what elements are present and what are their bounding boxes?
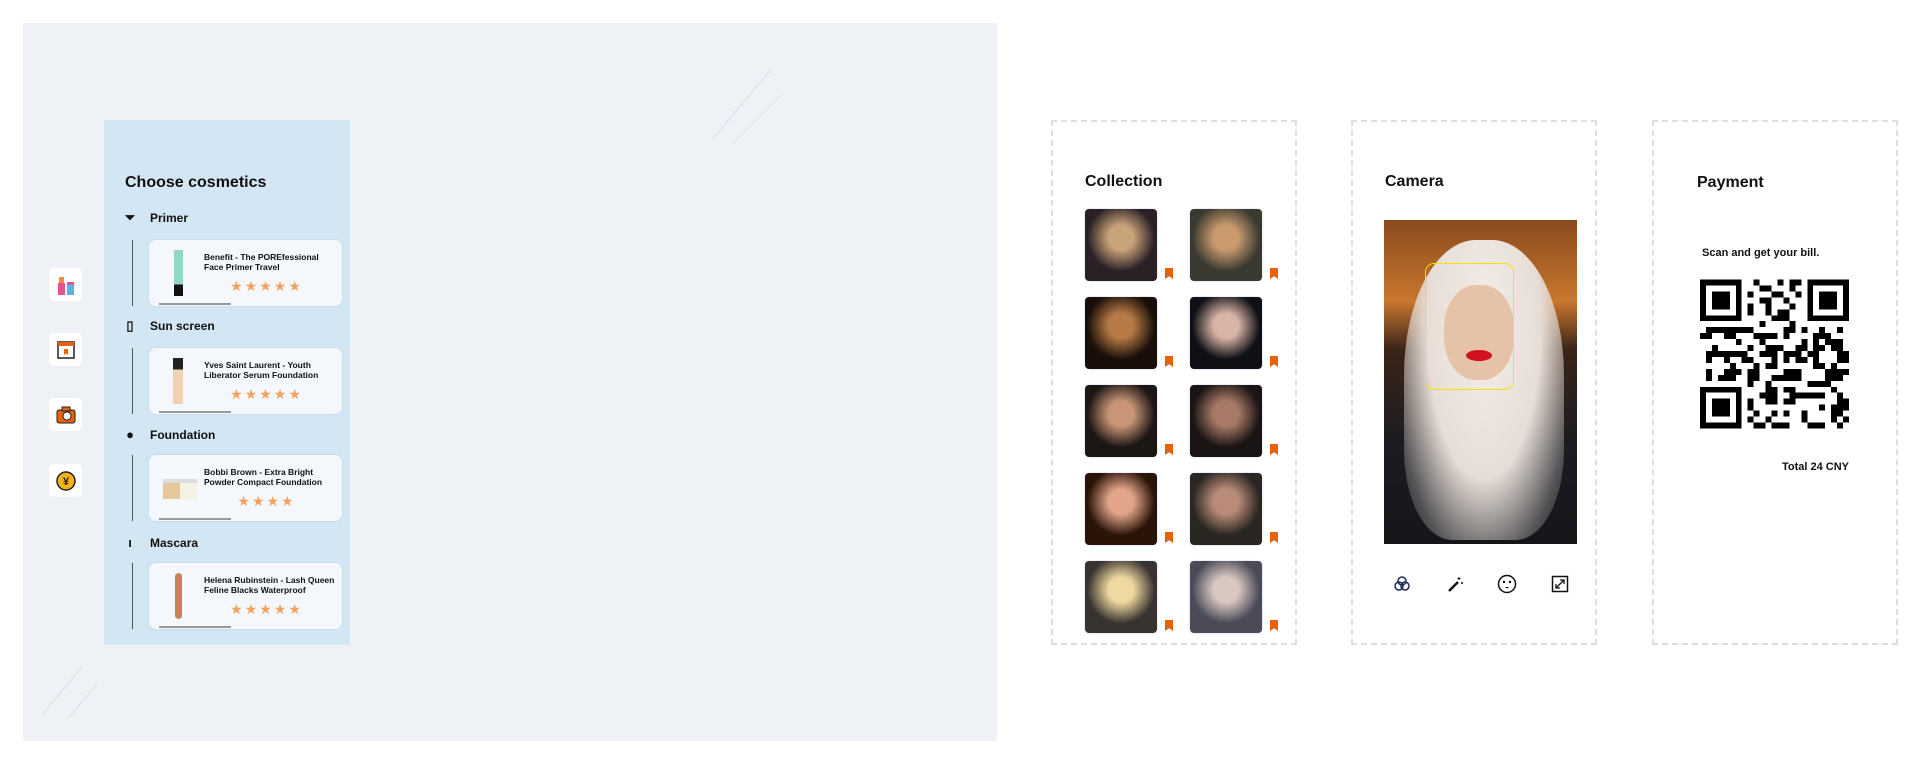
- category-1: ▯ Sun screen: [124, 318, 215, 334]
- camera-preview[interactable]: [1384, 220, 1577, 544]
- collection-photo[interactable]: [1190, 473, 1262, 545]
- decor-line: [732, 93, 783, 144]
- collection-title: Collection: [1085, 173, 1163, 190]
- rating-stars: ★★★★: [237, 493, 296, 509]
- filters-button[interactable]: [1391, 573, 1413, 595]
- mascara-icon: ı: [128, 535, 132, 550]
- primer-tube-icon: ⏷: [124, 210, 136, 225]
- svg-text:¥: ¥: [62, 476, 69, 488]
- panel-title: Choose cosmetics: [125, 174, 267, 191]
- compact-icon: ●: [126, 427, 134, 442]
- timeline-line: [132, 455, 133, 521]
- product-name: Benefit - The POREfessional Face Primer …: [204, 252, 319, 272]
- product-image: [163, 465, 197, 511]
- magic-wand-button[interactable]: [1444, 573, 1466, 595]
- collection-photo[interactable]: [1085, 473, 1157, 545]
- product-name: Yves Saint Laurent - Youth Liberator Ser…: [204, 360, 319, 380]
- payment-instruction: Scan and get your bill.: [1702, 247, 1820, 259]
- category-label: Foundation: [150, 427, 216, 442]
- sidebar-camera-button[interactable]: [49, 398, 82, 431]
- product-card[interactable]: Yves Saint Laurent - Youth Liberator Ser…: [149, 348, 342, 414]
- expand-icon: [1551, 575, 1569, 593]
- timeline-line: [132, 240, 133, 306]
- collection-photo[interactable]: [1190, 385, 1262, 457]
- product-card[interactable]: Benefit - The POREfessional Face Primer …: [149, 240, 342, 306]
- product-card[interactable]: Helena Rubinstein - Lash Queen Feline Bl…: [149, 563, 342, 629]
- sunscreen-bottle-icon: ▯: [126, 318, 134, 333]
- product-name: Bobbi Brown - Extra Bright Powder Compac…: [204, 467, 323, 487]
- product-image: [163, 250, 193, 296]
- face-icon: [1497, 574, 1517, 594]
- collection-photo[interactable]: [1085, 209, 1157, 281]
- category-label: Sun screen: [150, 319, 215, 333]
- product-image: [163, 358, 193, 404]
- magic-wand-icon: [1448, 577, 1463, 592]
- product-card[interactable]: Bobbi Brown - Extra Bright Powder Compac…: [149, 455, 342, 521]
- collection-photo[interactable]: [1190, 297, 1262, 369]
- card-underline: [159, 303, 231, 305]
- sidebar-collection-button[interactable]: [49, 333, 82, 366]
- card-underline: [159, 411, 231, 413]
- collection-photo[interactable]: [1190, 209, 1262, 281]
- category-label: Primer: [150, 211, 189, 225]
- collection-photo[interactable]: [1190, 561, 1262, 633]
- camera-icon: [56, 406, 75, 423]
- card-underline: [159, 518, 231, 520]
- timeline-line: [132, 563, 133, 629]
- face-detection-frame: [1425, 263, 1514, 390]
- face-button[interactable]: [1496, 573, 1518, 595]
- payment-qr-code[interactable]: [1700, 279, 1849, 429]
- category-2: ● Foundation: [124, 427, 215, 442]
- rating-stars: ★★★★★: [230, 601, 303, 617]
- decor-line: [67, 683, 98, 719]
- payment-yuan-icon: ¥: [55, 470, 76, 491]
- expand-button[interactable]: [1549, 573, 1571, 595]
- collection-photo[interactable]: [1085, 561, 1157, 633]
- cosmetics-icon: [57, 276, 74, 295]
- collection-photo[interactable]: [1085, 297, 1157, 369]
- product-name: Helena Rubinstein - Lash Queen Feline Bl…: [204, 575, 335, 595]
- category-0: ⏷ Primer: [124, 210, 188, 226]
- product-image: [163, 573, 193, 619]
- timeline-line: [132, 348, 133, 414]
- collection-photo[interactable]: [1085, 385, 1157, 457]
- rating-stars: ★★★★★: [230, 386, 303, 402]
- camera-title: Camera: [1385, 173, 1444, 190]
- category-3: ı Mascara: [124, 535, 198, 550]
- category-label: Mascara: [150, 535, 199, 550]
- sidebar-payment-button[interactable]: ¥: [49, 464, 82, 497]
- collection-icon: [56, 340, 75, 359]
- payment-total: Total 24 CNY: [1781, 461, 1849, 473]
- rating-stars: ★★★★★: [230, 278, 303, 294]
- card-underline: [159, 626, 231, 628]
- filters-icon: [1394, 576, 1410, 591]
- decor-line: [712, 69, 772, 139]
- sidebar-cosmetics-button[interactable]: [49, 268, 82, 301]
- payment-title: Payment: [1697, 174, 1764, 191]
